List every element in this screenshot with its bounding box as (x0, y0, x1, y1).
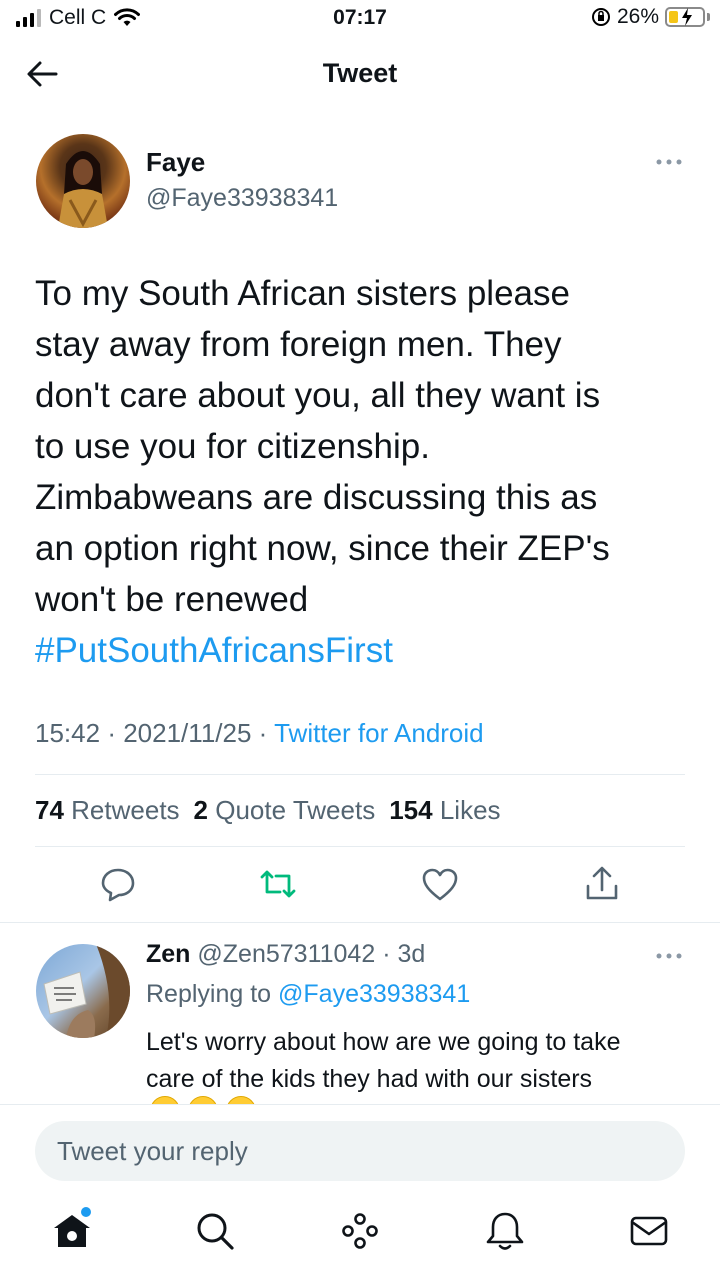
battery-icon (665, 7, 705, 27)
tweet-text: To my South African sisters please stay … (35, 268, 685, 676)
reply-text-line: Let's worry about how are we going to ta… (146, 1028, 621, 1056)
tweet-text-line: don't care about you, all they want is (35, 376, 601, 415)
battery-percent: 26% (616, 5, 659, 28)
replying-to: Replying to @Faye33938341 (146, 980, 470, 1009)
meta-separator: · (258, 718, 268, 748)
page-title: Tweet (322, 58, 398, 88)
reply-age: · 3d (382, 940, 426, 968)
notifications-bell-icon[interactable] (483, 1209, 527, 1253)
quotes-stat[interactable]: 2 Quote Tweets (194, 795, 376, 826)
tweet-text-line: To my South African sisters please (35, 274, 570, 313)
tweet-text-line: an option right now, since their ZEP's (35, 529, 610, 568)
quotes-count: 2 (193, 795, 209, 825)
retweets-count: 74 (35, 795, 64, 825)
tweet-actions (0, 864, 720, 908)
retweets-stat[interactable]: 74 Retweets (35, 795, 180, 826)
reply-text-line: care of the kids they had with our siste… (146, 1065, 593, 1093)
avatar-portrait-icon (58, 151, 108, 228)
divider (35, 846, 685, 847)
reply-author-name[interactable]: Zen (146, 940, 190, 968)
status-right: 26% (591, 5, 710, 29)
tweet-text-line: to use you for citizenship. (35, 427, 430, 466)
author-name[interactable]: Faye (146, 147, 205, 178)
spaces-icon[interactable] (338, 1209, 382, 1253)
reply-header: Zen @Zen57311042 · 3d (146, 940, 425, 969)
battery-tip (707, 13, 710, 21)
header: Tweet (0, 44, 720, 104)
search-icon[interactable] (193, 1209, 237, 1253)
tweet-text-line: won't be renewed (35, 580, 309, 619)
reply-more-options-icon[interactable] (654, 949, 684, 963)
tweet-text-line: Zimbabweans are discussing this as (35, 478, 598, 517)
tweet-date: 2021/11/25 (123, 718, 252, 748)
reply-author-handle[interactable]: @Zen57311042 (197, 940, 375, 968)
likes-label: Likes (439, 795, 501, 825)
avatar-photo-icon (43, 944, 130, 1038)
meta-separator: · (107, 718, 116, 748)
reply-composer-input[interactable]: Tweet your reply (35, 1121, 685, 1181)
more-options-icon[interactable] (654, 155, 684, 169)
like-heart-icon[interactable] (420, 864, 460, 904)
reply-icon[interactable] (98, 864, 138, 904)
tweet-timestamp: 15:42 · 2021/11/25 · Twitter for Android (35, 718, 484, 749)
bottom-bar: Tweet your reply (0, 1104, 720, 1280)
status-bar: Cell C 07:17 26% (0, 0, 720, 36)
tab-bar (0, 1207, 720, 1259)
likes-count: 154 (389, 795, 433, 825)
orientation-lock-icon (591, 8, 610, 26)
retweet-icon[interactable] (258, 864, 298, 904)
engagement-stats: 74 Retweets 2 Quote Tweets 154 Likes (35, 795, 501, 826)
replying-to-handle[interactable]: @Faye33938341 (278, 980, 470, 1008)
reply-author-avatar[interactable] (36, 944, 130, 1038)
share-icon[interactable] (582, 864, 622, 904)
author-avatar[interactable] (36, 134, 130, 228)
author-handle[interactable]: @Faye33938341 (146, 184, 338, 213)
home-notification-dot (81, 1207, 91, 1217)
tweet-source-link[interactable]: Twitter for Android (274, 718, 484, 748)
messages-icon[interactable] (627, 1209, 671, 1253)
likes-stat[interactable]: 154 Likes (389, 795, 500, 826)
tweet-time: 15:42 (35, 718, 101, 748)
reply-text: Let's worry about how are we going to ta… (146, 1024, 686, 1098)
retweets-label: Retweets (71, 795, 180, 825)
divider (35, 774, 685, 775)
quotes-label: Quote Tweets (215, 795, 376, 825)
replying-to-label: Replying to (146, 980, 272, 1008)
divider (0, 922, 720, 923)
tweet-text-line: stay away from foreign men. They (35, 325, 562, 364)
hashtag-link[interactable]: #PutSouthAfricansFirst (35, 625, 685, 676)
